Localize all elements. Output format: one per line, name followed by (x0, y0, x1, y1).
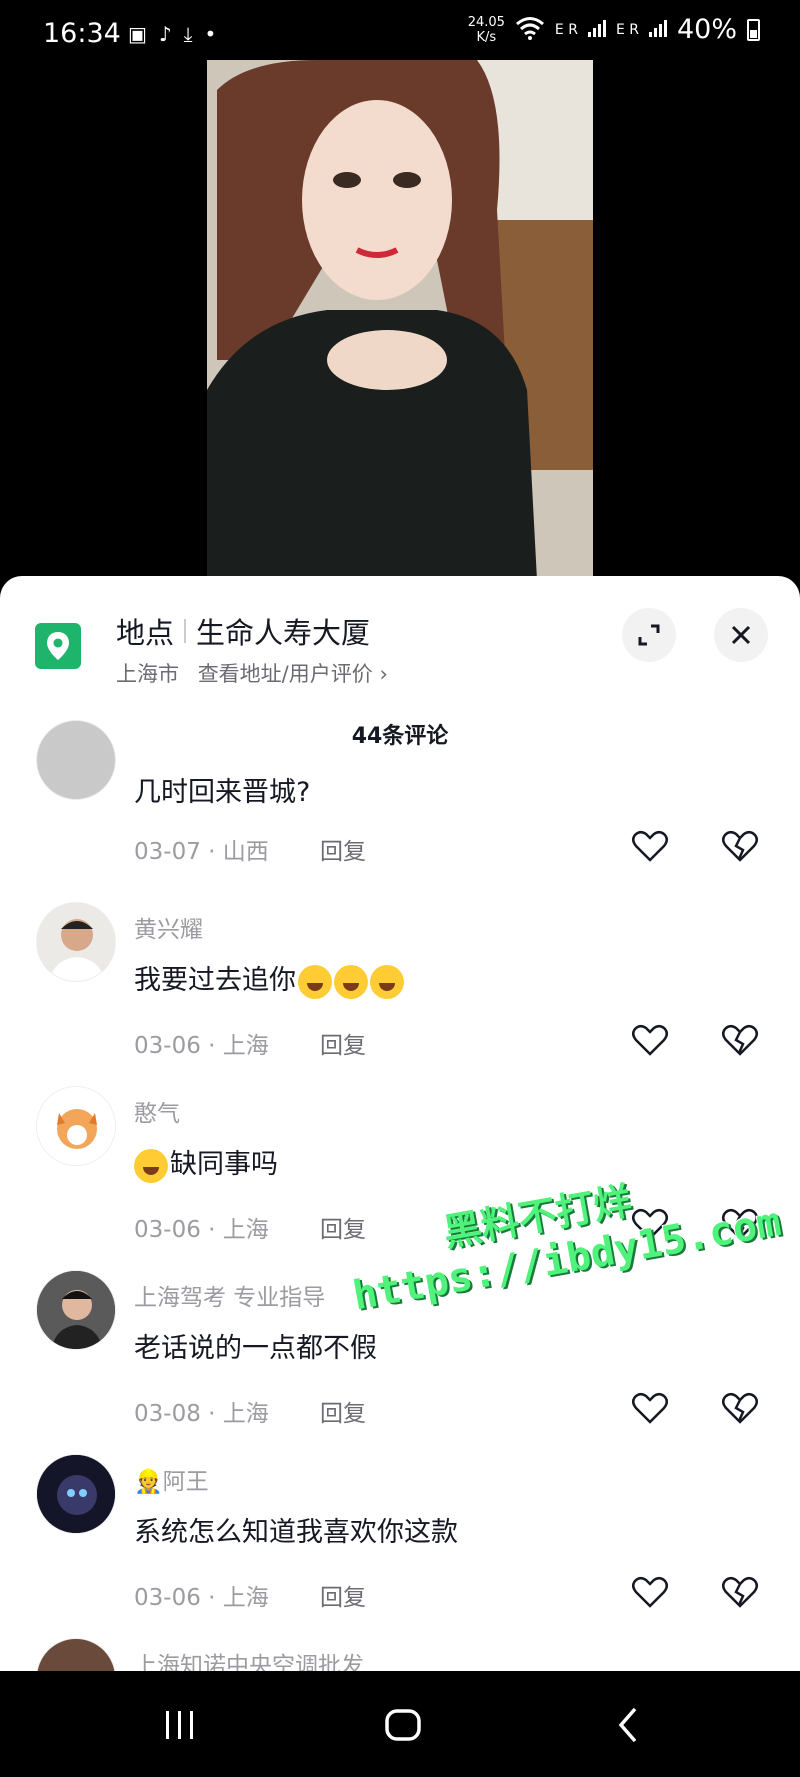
avatar[interactable] (36, 1454, 116, 1534)
user-badge-icon: 👷 (134, 1469, 163, 1495)
comment-meta: 03-07 · 山西 (134, 839, 269, 865)
tiktok-icon: ♪ (158, 22, 172, 46)
status-time: 16:34 (43, 18, 121, 49)
dot-icon: • (204, 22, 217, 46)
avatar[interactable] (36, 1086, 116, 1166)
video-frame[interactable] (207, 60, 593, 580)
signal-bars-icon-2 (648, 19, 667, 41)
broken-heart-icon[interactable] (720, 1572, 760, 1612)
reply-button[interactable]: 回复 (320, 1026, 366, 1060)
comment-meta: 03-08 · 上海 (134, 1401, 269, 1427)
expand-button[interactable] (622, 608, 676, 662)
comment-item: 上海知诺中央空调批发 (0, 1638, 800, 1671)
heart-icon[interactable] (630, 1572, 670, 1612)
battery-icon (747, 18, 760, 41)
location-label: 地点 (116, 616, 175, 650)
title-divider (184, 619, 187, 643)
location-comments-sheet: 地点 生命人寿大厦 上海市 查看地址/用户评价 › 44条评论 几时回来晋城? … (0, 576, 800, 1671)
comment-username[interactable]: 上海知诺中央空调批发 (134, 1646, 364, 1671)
comment-text: 老话说的一点都不假 (134, 1333, 377, 1364)
comment-item: 黄兴耀 我要过去追你 03-06 · 上海 回复 (0, 902, 800, 1082)
comment-username[interactable]: 👷阿王 (134, 1462, 209, 1496)
laughing-emoji-icon (334, 964, 368, 999)
location-name: 生命人寿大厦 (196, 616, 371, 650)
laughing-emoji-icon (298, 964, 332, 999)
comment-count: 44条评论 (351, 724, 449, 749)
location-city: 上海市 (116, 662, 179, 686)
reply-button[interactable]: 回复 (320, 832, 366, 866)
comment-text: 缺同事吗 (134, 1142, 278, 1183)
download-icon: ⤓ (183, 22, 193, 46)
signal-icon-2: E R (615, 21, 639, 38)
comment-text: 系统怎么知道我喜欢你这款 (134, 1517, 458, 1548)
recent-apps-button[interactable] (150, 1705, 210, 1745)
broken-heart-icon[interactable] (720, 1388, 760, 1428)
location-link[interactable]: 查看地址/用户评价 (198, 662, 373, 686)
comment-item: 👷阿王 系统怎么知道我喜欢你这款 03-06 · 上海 回复 (0, 1454, 800, 1634)
battery-percent: 40% (676, 14, 737, 45)
gallery-icon: ▣ (128, 22, 147, 46)
comment-text: 我要过去追你 (134, 958, 404, 999)
comment-meta: 03-06 · 上海 (134, 1585, 269, 1611)
recent-apps-icon (166, 1711, 193, 1739)
broken-heart-icon[interactable] (720, 826, 760, 866)
comment-username[interactable]: 憨气 (134, 1094, 180, 1128)
avatar[interactable] (36, 720, 116, 800)
close-button[interactable] (714, 608, 768, 662)
avatar[interactable] (36, 1638, 116, 1671)
reply-button[interactable]: 回复 (320, 1578, 366, 1612)
reply-button[interactable]: 回复 (320, 1394, 366, 1428)
close-icon (731, 625, 751, 645)
heart-icon[interactable] (630, 826, 670, 866)
heart-icon[interactable] (630, 1388, 670, 1428)
status-bar: 16:34 ▣ ♪ ⤓ • 24.05 K/s E R E R 40% (0, 0, 800, 60)
comment-username[interactable]: 黄兴耀 (134, 910, 203, 944)
home-button[interactable] (373, 1705, 433, 1745)
avatar[interactable] (36, 1270, 116, 1350)
map-pin-icon (35, 623, 81, 669)
video-player[interactable] (0, 60, 800, 580)
heart-icon[interactable] (630, 1020, 670, 1060)
expand-icon (638, 624, 660, 646)
status-right: 24.05 K/s E R E R 40% (468, 14, 760, 45)
laughing-emoji-icon (370, 964, 404, 999)
wifi-icon (515, 16, 545, 44)
home-icon (385, 1709, 421, 1741)
signal-bars-icon (587, 19, 606, 41)
back-icon (618, 1707, 637, 1743)
back-button[interactable] (598, 1705, 658, 1745)
chevron-right-icon: › (379, 662, 388, 686)
signal-icon: E R (554, 21, 578, 38)
avatar[interactable] (36, 902, 116, 982)
location-title[interactable]: 地点 生命人寿大厦 (116, 610, 370, 652)
sleepy-emoji-icon (134, 1148, 168, 1183)
comment-username[interactable]: 上海驾考 专业指导 (134, 1278, 325, 1312)
broken-heart-icon[interactable] (720, 1020, 760, 1060)
comment-text: 几时回来晋城? (134, 777, 311, 808)
navigation-bar (0, 1671, 800, 1777)
comment-meta: 03-06 · 上海 (134, 1217, 269, 1243)
status-notification-icons: ▣ ♪ ⤓ • (128, 22, 216, 46)
comment-meta: 03-06 · 上海 (134, 1033, 269, 1059)
video-thumbnail (207, 60, 593, 580)
location-subtitle[interactable]: 上海市 查看地址/用户评价 › (116, 658, 388, 688)
net-speed: 24.05 K/s (467, 14, 505, 45)
